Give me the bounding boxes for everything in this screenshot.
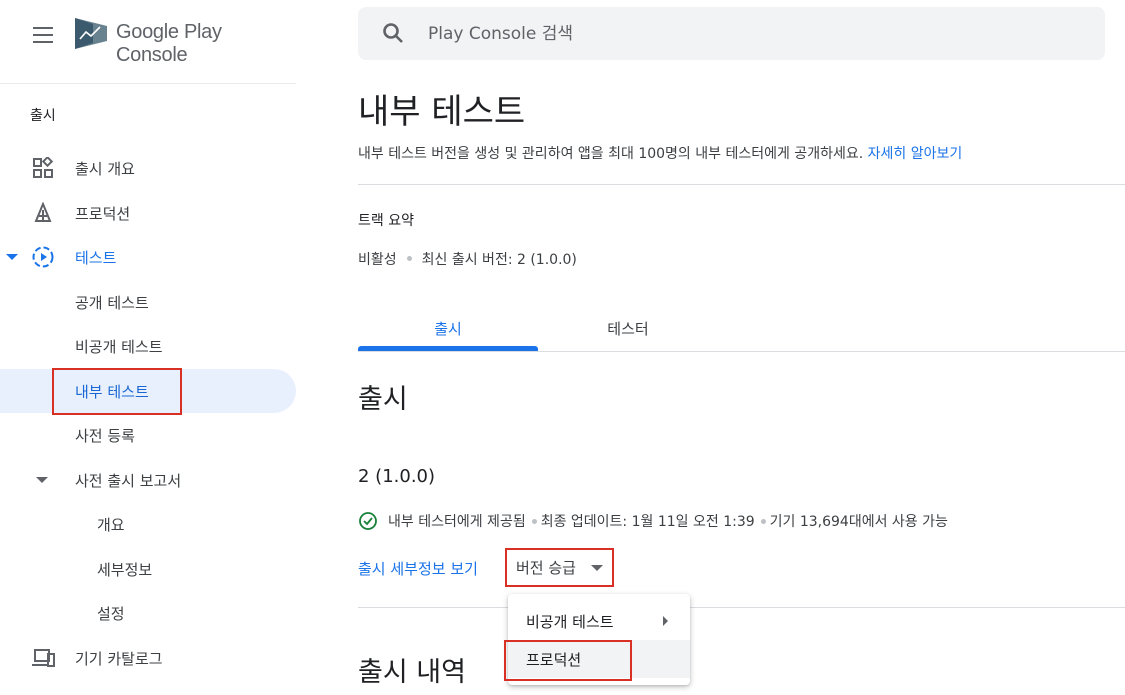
dropdown-arrow-icon	[591, 565, 603, 571]
separator-dot	[406, 256, 412, 261]
sidebar-item-label: 비공개 테스트	[75, 337, 163, 356]
sidebar-item-label: 기기 카탈로그	[75, 649, 163, 668]
sidebar-item-pre-registration[interactable]: 사전 등록	[0, 413, 296, 457]
promote-menu: 비공개 테스트 프로덕션	[508, 594, 690, 685]
sidebar-item-label: 설정	[97, 604, 125, 623]
search-bar[interactable]	[358, 7, 1105, 60]
search-icon	[383, 23, 403, 43]
menu-item-label: 비공개 테스트	[526, 612, 614, 631]
tab-label: 출시	[434, 320, 462, 338]
expand-caret-icon	[6, 254, 18, 260]
tab-testers[interactable]: 테스터	[538, 305, 718, 351]
divider	[358, 184, 1125, 185]
dashboard-icon	[31, 156, 55, 180]
sidebar-item-label: 세부정보	[97, 560, 153, 579]
sidebar-item-production[interactable]: 프로덕션	[0, 191, 296, 235]
release-status-row: 내부 테스터에게 제공됨 최종 업데이트: 1월 11일 오전 1:39 기기 …	[358, 511, 948, 531]
releases-section-title: 출시	[358, 384, 408, 415]
sidebar-item-label: 개요	[97, 515, 125, 534]
sidebar-item-pre-launch-report[interactable]: 사전 출시 보고서	[0, 458, 296, 502]
sidebar-item-internal-testing[interactable]: 내부 테스트	[0, 369, 296, 413]
search-input[interactable]	[428, 21, 1028, 47]
submenu-arrow-icon	[663, 616, 668, 626]
promote-release-button[interactable]: 버전 승급	[507, 550, 611, 585]
section-label-release: 출시	[30, 108, 56, 124]
latest-release: 최신 출시 버전: 2 (1.0.0)	[421, 252, 577, 268]
expand-caret-icon	[36, 477, 48, 483]
separator-dot	[760, 518, 766, 524]
device-availability: 기기 13,694대에서 사용 가능	[769, 514, 948, 530]
last-update: 최종 업데이트: 1월 11일 오전 1:39	[540, 514, 755, 530]
menu-item-production[interactable]: 프로덕션	[508, 640, 690, 678]
learn-more-link[interactable]: 자세히 알아보기	[868, 146, 963, 162]
sidebar-item-details[interactable]: 세부정보	[0, 547, 296, 591]
sidebar-item-label: 출시 개요	[75, 159, 135, 178]
separator-dot	[531, 518, 537, 524]
view-release-details-link[interactable]: 출시 세부정보 보기	[358, 558, 478, 579]
devices-icon	[31, 646, 55, 670]
sidebar-item-label: 공개 테스트	[75, 293, 149, 312]
release-history-title: 출시 내역	[358, 657, 466, 688]
sidebar-item-settings[interactable]: 설정	[0, 591, 296, 635]
sidebar-item-label: 내부 테스트	[75, 382, 149, 401]
promote-release-label: 버전 승급	[516, 559, 576, 577]
track-summary-meta: 비활성 최신 출시 버전: 2 (1.0.0)	[358, 249, 577, 269]
sidebar-item-closed-testing[interactable]: 비공개 테스트	[0, 324, 296, 368]
sidebar-item-label: 사전 출시 보고서	[75, 471, 182, 490]
app-title: Google Play Console	[116, 21, 222, 66]
page-description-text: 내부 테스트 버전을 생성 및 관리하여 앱을 최대 100명의 내부 테스터에…	[358, 146, 864, 162]
sidebar-item-label: 프로덕션	[75, 204, 131, 223]
track-status: 비활성	[358, 252, 397, 268]
sidebar-item-open-testing[interactable]: 공개 테스트	[0, 280, 296, 324]
sidebar-item-overview[interactable]: 개요	[0, 502, 296, 546]
production-icon	[31, 201, 55, 225]
page-description: 내부 테스트 버전을 생성 및 관리하여 앱을 최대 100명의 내부 테스터에…	[358, 143, 962, 163]
check-circle-icon	[359, 512, 377, 530]
sidebar-item-device-catalog[interactable]: 기기 카탈로그	[0, 636, 296, 680]
sidebar: Google Play Console 출시 출시 개요 프로덕션 테스트 공개…	[0, 0, 296, 695]
divider	[358, 607, 1125, 608]
sidebar-item-testing[interactable]: 테스트	[0, 235, 296, 279]
sidebar-item-label: 테스트	[75, 248, 117, 267]
track-summary-title: 트랙 요약	[358, 213, 414, 229]
testing-icon	[31, 245, 55, 269]
menu-item-closed-testing[interactable]: 비공개 테스트	[508, 602, 690, 640]
sidebar-divider	[0, 83, 296, 84]
tab-releases[interactable]: 출시	[358, 305, 538, 351]
menu-item-label: 프로덕션	[526, 650, 582, 669]
tabs-divider	[358, 351, 1125, 352]
sidebar-item-label: 사전 등록	[75, 426, 135, 445]
release-version: 2 (1.0.0)	[358, 466, 436, 487]
sidebar-item-release-overview[interactable]: 출시 개요	[0, 146, 296, 190]
tab-label: 테스터	[607, 320, 649, 338]
page-title: 내부 테스트	[358, 92, 526, 132]
play-console-logo-icon	[75, 18, 107, 49]
release-status: 내부 테스터에게 제공됨	[388, 514, 526, 530]
menu-icon[interactable]	[33, 27, 53, 43]
